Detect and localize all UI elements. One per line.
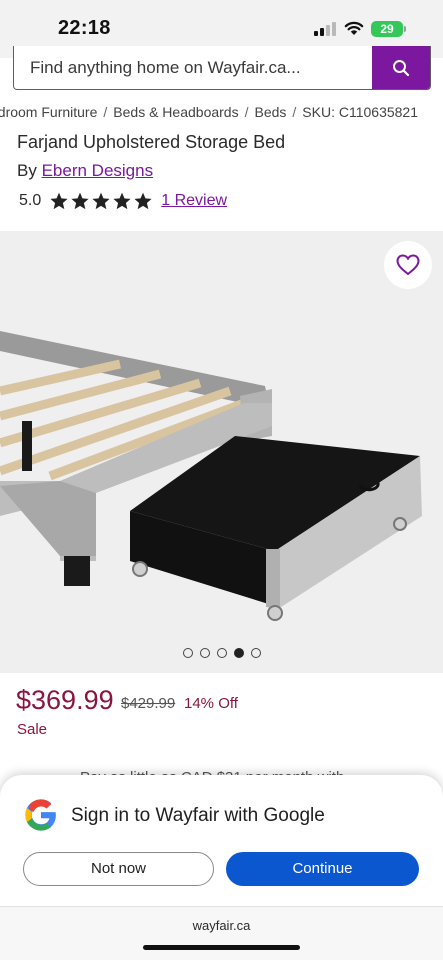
star-icon bbox=[92, 192, 110, 210]
star-icon bbox=[50, 192, 68, 210]
google-logo-icon bbox=[25, 799, 56, 831]
carousel-dot[interactable] bbox=[183, 648, 193, 658]
breadcrumb: edroom Furniture / Beds & Headboards / Beds /… bbox=[0, 101, 443, 123]
battery-icon: 29 bbox=[371, 21, 403, 37]
battery-tip bbox=[404, 26, 406, 32]
breadcrumb-item-beds[interactable]: Beds bbox=[254, 104, 286, 120]
discount-badge: 14% Off bbox=[184, 695, 238, 712]
reviews-link[interactable]: 1 Review bbox=[161, 192, 227, 210]
breadcrumb-separator: / bbox=[103, 104, 108, 120]
carousel-dot[interactable] bbox=[217, 648, 227, 658]
home-indicator[interactable] bbox=[143, 945, 300, 950]
product-title: Farjand Upholstered Storage Bed bbox=[17, 132, 286, 152]
cellular-signal-icon bbox=[314, 22, 338, 36]
status-time: 22:18 bbox=[58, 17, 111, 39]
browser-address-bar[interactable] bbox=[0, 906, 443, 960]
favorite-button[interactable] bbox=[384, 241, 432, 289]
sale-price: $369.99 bbox=[16, 685, 114, 715]
brand-line: By Ebern Designs bbox=[17, 161, 153, 181]
star-icon bbox=[134, 192, 152, 210]
breadcrumb-separator: / bbox=[292, 104, 297, 120]
breadcrumb-item-beds-headboards[interactable]: Beds & Headboards bbox=[113, 104, 238, 120]
product-image bbox=[0, 331, 422, 621]
breadcrumb-item-bedroom-furniture[interactable]: edroom Furniture bbox=[0, 104, 97, 120]
continue-button[interactable]: Continue bbox=[226, 852, 419, 886]
breadcrumb-separator: / bbox=[244, 104, 249, 120]
url-text[interactable]: wayfair.ca bbox=[0, 918, 443, 933]
star-icon bbox=[71, 192, 89, 210]
sale-label: Sale bbox=[17, 721, 48, 738]
original-price: $429.99 bbox=[121, 695, 176, 712]
search-input[interactable]: Find anything home on Wayfair.ca... bbox=[30, 58, 301, 78]
signin-title: Sign in to Wayfair with Google bbox=[71, 805, 325, 826]
not-now-button[interactable]: Not now bbox=[23, 852, 214, 886]
search-bar[interactable]: Find anything home on Wayfair.ca... bbox=[13, 46, 431, 90]
product-image-carousel[interactable] bbox=[0, 231, 443, 673]
heart-icon bbox=[396, 254, 420, 276]
search-button[interactable] bbox=[372, 46, 430, 89]
star-icon bbox=[113, 192, 131, 210]
breadcrumb-sku: SKU: C110635821 bbox=[302, 104, 419, 120]
carousel-dot[interactable] bbox=[200, 648, 210, 658]
carousel-dot-active[interactable] bbox=[234, 648, 244, 658]
wifi-icon bbox=[344, 21, 364, 35]
rating-row: 5.0 1 Review bbox=[19, 190, 227, 212]
by-prefix: By bbox=[17, 161, 37, 180]
carousel-indicators bbox=[183, 648, 261, 658]
rating-value: 5.0 bbox=[19, 192, 42, 209]
brand-link[interactable]: Ebern Designs bbox=[42, 161, 154, 180]
carousel-dot[interactable] bbox=[251, 648, 261, 658]
star-rating bbox=[49, 191, 153, 211]
search-icon bbox=[393, 60, 410, 77]
